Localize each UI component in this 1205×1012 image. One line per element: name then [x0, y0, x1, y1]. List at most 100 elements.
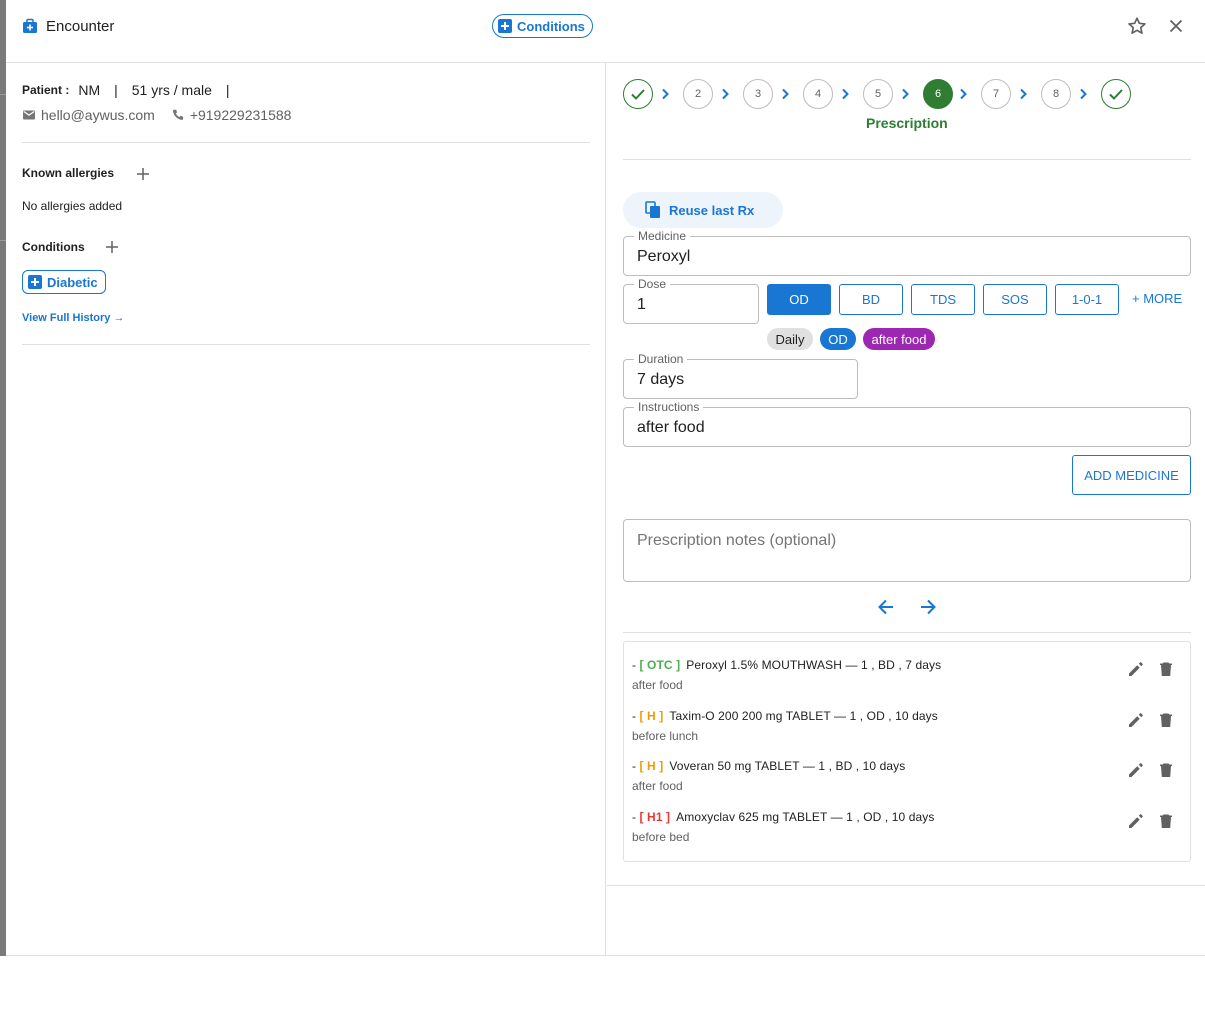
duration-label: Duration: [634, 352, 688, 366]
prescription-note: before bed: [632, 830, 690, 844]
frequency-button-1-0-1[interactable]: 1-0-1: [1055, 284, 1119, 315]
chevron-right-icon: [782, 88, 789, 100]
prescription-text: Voveran 50 mg TABLET — 1 , BD , 10 days: [669, 759, 906, 773]
medical-plus-icon: [28, 275, 42, 289]
close-icon[interactable]: [1166, 16, 1186, 36]
encounter-dialog: Encounter Conditions Patient : NM | 51 y…: [6, 0, 1205, 956]
chevron-right-icon: [960, 88, 967, 100]
pill-daily: Daily: [767, 328, 813, 350]
step-4[interactable]: 4: [803, 79, 833, 109]
delete-icon[interactable]: [1156, 760, 1176, 780]
no-allergies-text: No allergies added: [22, 199, 123, 213]
frequency-button-tds[interactable]: TDS: [911, 284, 975, 315]
prescription-list: - [ OTC ] Peroxyl 1.5% MOUTHWASH — 1 , BD…: [623, 641, 1191, 862]
chevron-right-icon: [902, 88, 909, 100]
edit-icon[interactable]: [1126, 710, 1146, 730]
medicine-field[interactable]: Medicine Peroxyl: [623, 229, 1191, 276]
star-icon[interactable]: [1126, 15, 1148, 37]
separator: |: [114, 82, 118, 98]
medical-plus-icon: [498, 19, 512, 33]
prescription-text: Taxim-O 200 200 mg TABLET — 1 , OD , 10 …: [669, 709, 938, 723]
step-7[interactable]: 7: [981, 79, 1011, 109]
prescription-item: - [ OTC ] Peroxyl 1.5% MOUTHWASH — 1 , BD…: [632, 658, 1182, 702]
prescription-line: - [ H ] Voveran 50 mg TABLET — 1 , BD , 1…: [632, 759, 1182, 773]
prescription-notes-input[interactable]: Prescription notes (optional): [623, 519, 1191, 582]
edit-icon[interactable]: [1126, 659, 1146, 679]
arrow-left-icon[interactable]: [875, 596, 897, 618]
divider: [22, 142, 590, 143]
patient-age-sex: 51 yrs / male: [131, 82, 212, 98]
dose-value[interactable]: 1: [637, 296, 646, 314]
prescription-note: before lunch: [632, 729, 699, 743]
instructions-field[interactable]: Instructions after food: [623, 400, 1191, 447]
duration-value[interactable]: 7 days: [637, 371, 684, 389]
schedule-tag: [ H1 ]: [639, 810, 671, 824]
instructions-value[interactable]: after food: [637, 419, 705, 437]
step-complete[interactable]: [1101, 79, 1131, 109]
divider: [623, 159, 1191, 160]
conditions-title: Conditions: [22, 240, 85, 254]
prescription-text: Amoxyclav 625 mg TABLET — 1 , OD , 10 da…: [676, 810, 935, 824]
medicine-value[interactable]: Peroxyl: [637, 248, 690, 266]
divider: [22, 344, 590, 345]
chevron-right-icon: [1020, 88, 1027, 100]
pill-frequency: OD: [820, 328, 856, 350]
step-complete[interactable]: [623, 79, 653, 109]
dialog-header: Encounter Conditions: [6, 0, 1205, 63]
pill-instruction: after food: [863, 328, 935, 350]
arrow-right-icon[interactable]: [917, 596, 939, 618]
patient-contact: hello@aywus.com +919229231588: [22, 107, 291, 123]
duration-field[interactable]: Duration 7 days: [623, 352, 858, 399]
add-allergy-icon[interactable]: [135, 166, 151, 182]
phone-icon: [172, 109, 183, 120]
edit-icon[interactable]: [1126, 760, 1146, 780]
copy-icon: [645, 201, 660, 218]
add-condition-icon[interactable]: [104, 239, 120, 255]
dose-label: Dose: [634, 277, 671, 291]
prescription-note: after food: [632, 779, 683, 793]
step-8[interactable]: 8: [1041, 79, 1071, 109]
instructions-label: Instructions: [634, 400, 704, 414]
condition-chip-label: Diabetic: [47, 274, 98, 290]
step-5[interactable]: 5: [863, 79, 893, 109]
chevron-right-icon: [1080, 88, 1087, 100]
separator: |: [225, 82, 230, 98]
step-2[interactable]: 2: [683, 79, 713, 109]
chevron-right-icon: [842, 88, 849, 100]
chevron-right-icon: [722, 88, 729, 100]
notes-placeholder: Prescription notes (optional): [637, 532, 837, 549]
prescription-line: - [ H1 ] Amoxyclav 625 mg TABLET — 1 , OD…: [632, 810, 1182, 824]
more-frequencies-button[interactable]: + MORE: [1132, 291, 1182, 306]
patient-phone-group: +919229231588: [171, 107, 292, 123]
patient-phone[interactable]: +919229231588: [190, 107, 292, 123]
frequency-button-sos[interactable]: SOS: [983, 284, 1047, 315]
dialog-title: Encounter: [46, 18, 115, 35]
reuse-last-rx-button[interactable]: Reuse last Rx: [623, 192, 783, 228]
conditions-chip[interactable]: Conditions: [492, 14, 593, 38]
edit-icon[interactable]: [1126, 811, 1146, 831]
frequency-button-bd[interactable]: BD: [839, 284, 903, 315]
check-icon: [1109, 89, 1123, 100]
condition-chip-diabetic[interactable]: Diabetic: [22, 270, 106, 294]
medical-bag-icon: [23, 18, 37, 33]
step-3[interactable]: 3: [743, 79, 773, 109]
delete-icon[interactable]: [1156, 659, 1176, 679]
patient-email[interactable]: hello@aywus.com: [41, 107, 155, 123]
divider: [623, 632, 1191, 633]
allergies-title: Known allergies: [22, 166, 115, 180]
prescription-item: - [ H ] Voveran 50 mg TABLET — 1 , BD , 1…: [632, 759, 1182, 803]
schedule-tag: [ OTC ]: [639, 658, 681, 672]
delete-icon[interactable]: [1156, 710, 1176, 730]
delete-icon[interactable]: [1156, 811, 1176, 831]
patient-panel: Patient : NM | 51 yrs / male | hello@ayw…: [6, 63, 606, 956]
add-medicine-button[interactable]: ADD MEDICINE: [1072, 455, 1191, 495]
dash: -: [632, 810, 640, 824]
frequency-button-od[interactable]: OD: [767, 284, 831, 315]
conditions-chip-label: Conditions: [517, 18, 585, 34]
prescription-line: - [ OTC ] Peroxyl 1.5% MOUTHWASH — 1 , BD…: [632, 658, 1182, 672]
dash: -: [632, 658, 640, 672]
medicine-label: Medicine: [634, 229, 691, 243]
dose-field[interactable]: Dose 1: [623, 277, 759, 324]
view-full-history-link[interactable]: View Full History →: [22, 312, 125, 324]
step-6[interactable]: 6: [923, 79, 953, 109]
